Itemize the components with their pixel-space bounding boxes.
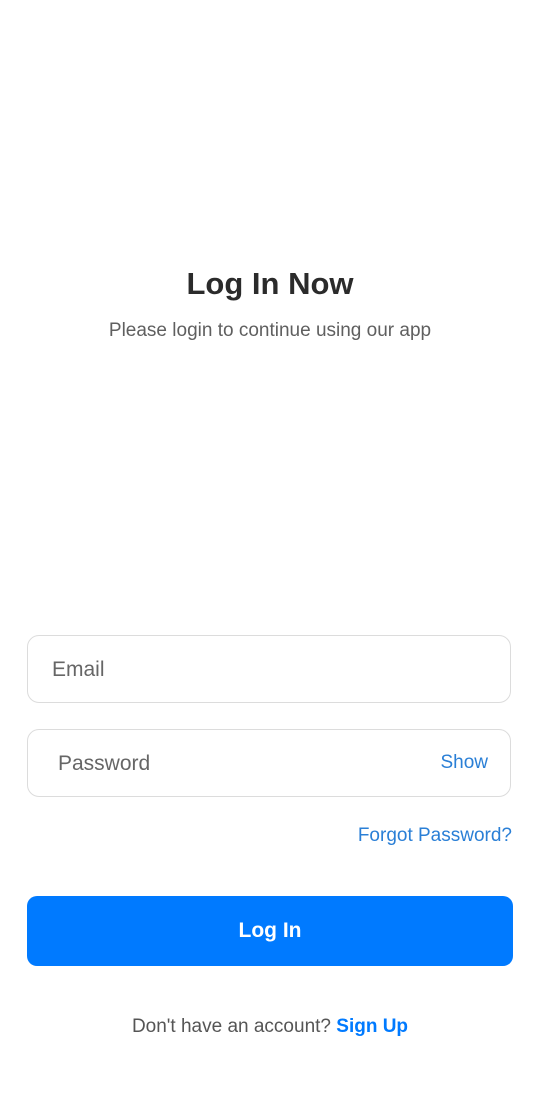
signup-link[interactable]: Sign Up bbox=[336, 1016, 408, 1037]
password-input[interactable] bbox=[56, 730, 420, 798]
page-title: Log In Now bbox=[186, 266, 354, 301]
login-button[interactable]: Log In bbox=[27, 896, 513, 966]
forgot-password-link[interactable]: Forgot Password? bbox=[358, 825, 512, 847]
signup-prompt-text: Don't have an account? bbox=[131, 1016, 331, 1037]
email-field[interactable] bbox=[27, 635, 511, 704]
signup-prompt: Don't have an account? Sign Up bbox=[0, 1016, 540, 1038]
page-subtitle: Please login to continue using our app bbox=[108, 320, 432, 341]
email-input[interactable] bbox=[50, 636, 414, 704]
password-field[interactable]: Show bbox=[27, 729, 511, 798]
show-password-toggle[interactable]: Show bbox=[440, 752, 488, 774]
